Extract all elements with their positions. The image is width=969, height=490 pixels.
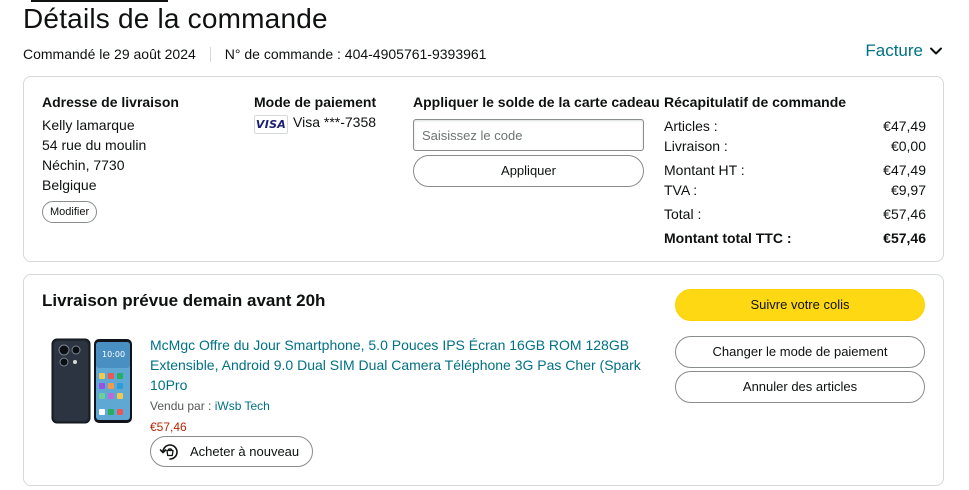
- summary-row-grand-total: Montant total TTC : €57,46: [664, 230, 926, 246]
- summary-row-subtotal-ht: Montant HT : €47,49: [664, 162, 926, 178]
- order-meta: Commandé le 29 août 2024 N° de commande …: [23, 46, 486, 62]
- shipping-address: Kelly lamarque 54 rue du moulin Néchin, …: [42, 115, 146, 195]
- summary-value: €47,49: [883, 118, 926, 134]
- summary-label: Livraison :: [664, 138, 728, 154]
- order-number: N° de commande : 404-4905761-9393961: [224, 46, 487, 62]
- gift-card-code-input[interactable]: [413, 119, 644, 151]
- shipping-title: Adresse de livraison: [42, 94, 179, 110]
- summary-row-shipping: Livraison : €0,00: [664, 138, 926, 154]
- summary-row-items: Articles : €47,49: [664, 118, 926, 134]
- payment-title: Mode de paiement: [254, 94, 377, 110]
- summary-row-total: Total : €57,46: [664, 206, 926, 222]
- meta-divider: [209, 46, 211, 62]
- order-info-card: Adresse de livraison Kelly lamarque 54 r…: [23, 76, 944, 262]
- modify-address-button[interactable]: Modifier: [42, 201, 98, 223]
- summary-value: €0,00: [890, 138, 926, 154]
- product-image[interactable]: 10:00: [51, 337, 135, 425]
- buy-again-button[interactable]: Acheter à nouveau: [150, 436, 313, 467]
- address-line: 54 rue du moulin: [42, 137, 147, 153]
- address-line: Belgique: [42, 177, 97, 193]
- summary-value: €57,46: [883, 230, 926, 246]
- summary-value: €9,97: [890, 182, 926, 198]
- summary-label: Total :: [664, 206, 702, 222]
- summary-value: €47,49: [883, 162, 926, 178]
- gift-card-title: Appliquer le solde de la carte cadeau: [413, 94, 660, 110]
- cancel-items-button[interactable]: Annuler des articles: [675, 371, 925, 403]
- invoice-dropdown[interactable]: Facture: [865, 41, 943, 61]
- seller-link[interactable]: iWsb Tech: [215, 399, 270, 413]
- change-payment-button[interactable]: Changer le mode de paiement: [675, 336, 925, 368]
- apply-gift-card-button[interactable]: Appliquer: [413, 155, 644, 187]
- product-price: €57,46: [150, 420, 187, 434]
- visa-card-icon: VISA: [254, 115, 288, 134]
- track-package-button[interactable]: Suivre votre colis: [675, 289, 925, 321]
- shipment-card: Livraison prévue demain avant 20h 10:00 …: [23, 274, 944, 486]
- page-title: Détails de la commande: [23, 3, 328, 34]
- order-date: Commandé le 29 août 2024: [23, 46, 196, 62]
- summary-row-vat: TVA : €9,97: [664, 182, 926, 198]
- summary-label: Montant HT :: [664, 162, 745, 178]
- sold-by-label: Vendu par :: [150, 399, 215, 413]
- address-line: Kelly lamarque: [42, 117, 135, 133]
- buy-again-icon: [159, 443, 178, 460]
- summary-label: Articles :: [664, 118, 718, 134]
- delivery-status-title: Livraison prévue demain avant 20h: [42, 291, 326, 310]
- chevron-down-icon: [930, 47, 942, 55]
- summary-label: TVA :: [664, 182, 698, 198]
- summary-title: Récapitulatif de commande: [664, 94, 847, 110]
- invoice-label: Facture: [865, 41, 923, 60]
- product-title-link[interactable]: McMgc Offre du Jour Smartphone, 5.0 Pouc…: [150, 335, 650, 395]
- payment-card-text: Visa ***-7358: [293, 114, 377, 130]
- address-line: Néchin, 7730: [42, 157, 125, 173]
- top-rule: [31, 0, 168, 2]
- summary-value: €57,46: [883, 206, 926, 222]
- buy-again-label: Acheter à nouveau: [190, 444, 300, 459]
- svg-text:10:00: 10:00: [102, 350, 125, 359]
- summary-label: Montant total TTC :: [664, 230, 792, 246]
- sold-by: Vendu par : iWsb Tech: [150, 399, 270, 413]
